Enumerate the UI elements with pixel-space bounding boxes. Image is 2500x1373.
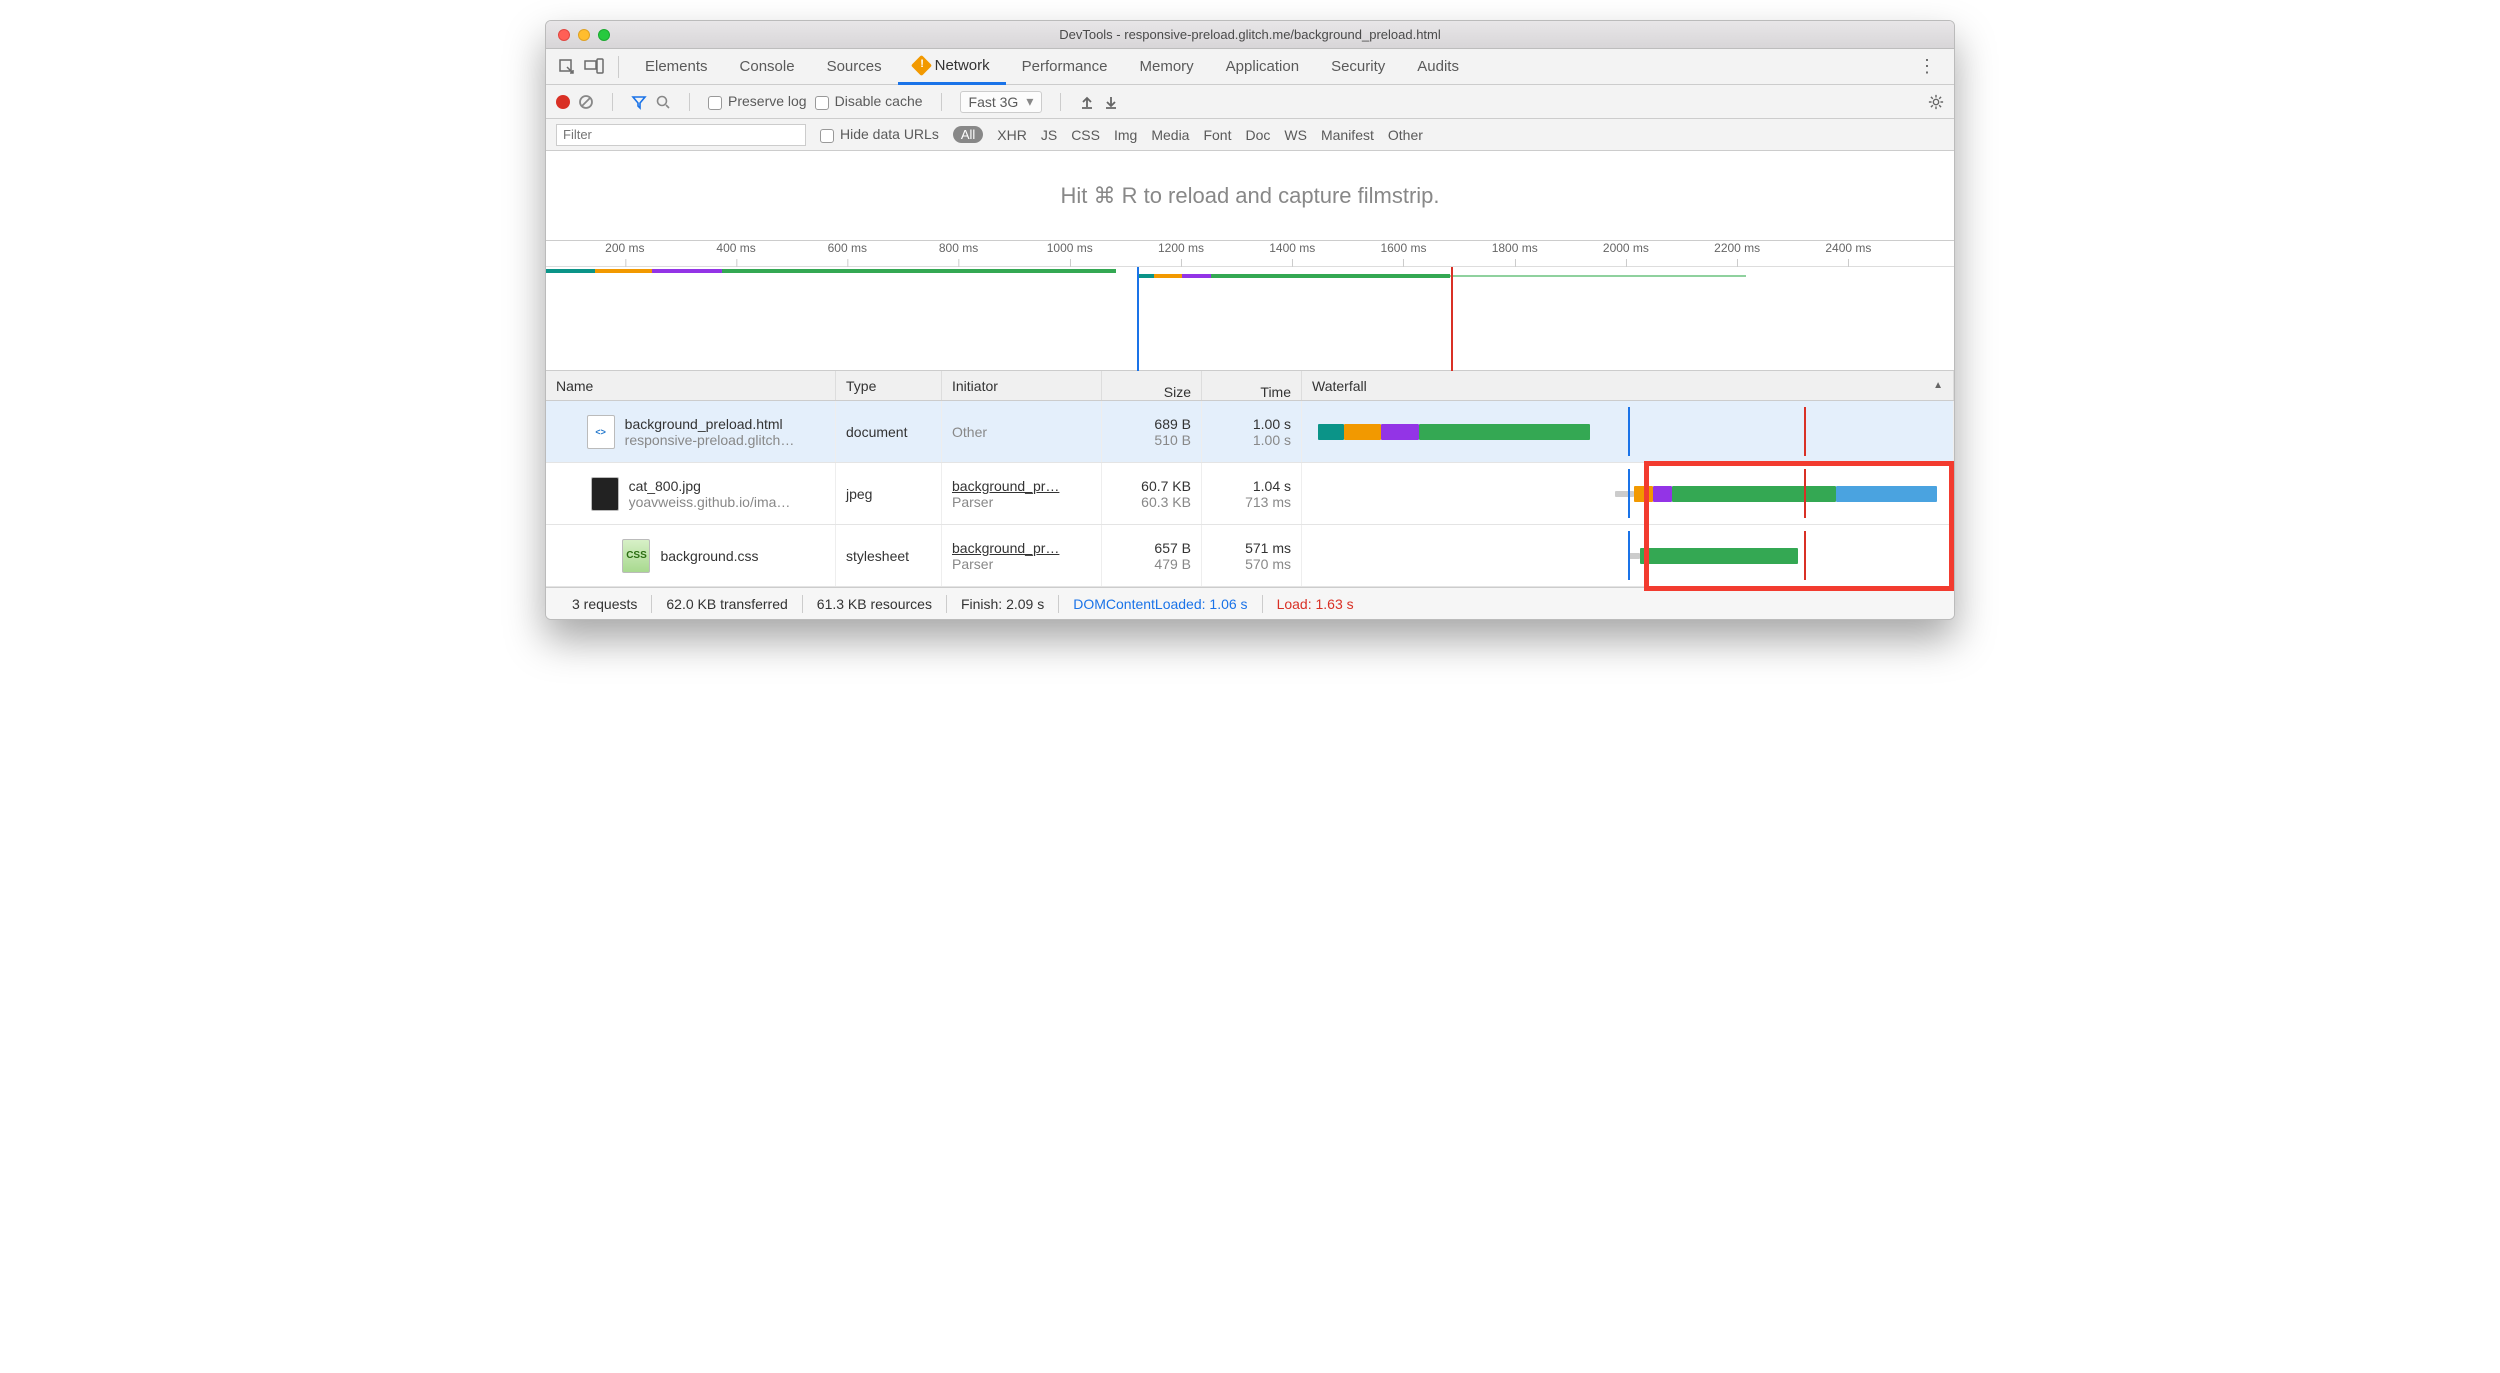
- search-icon[interactable]: [655, 94, 671, 110]
- table-row[interactable]: <> background_preload.htmlresponsive-pre…: [546, 401, 1954, 463]
- download-icon[interactable]: [1103, 94, 1119, 110]
- filter-bar: Hide data URLs All XHR JS CSS Img Media …: [546, 119, 1954, 151]
- status-load: Load: 1.63 s: [1263, 596, 1368, 612]
- filter-xhr[interactable]: XHR: [997, 127, 1027, 143]
- status-finish: Finish: 2.09 s: [947, 596, 1058, 612]
- throttling-select[interactable]: Fast 3G▾: [960, 91, 1043, 113]
- timeline-overview[interactable]: 200 ms 400 ms 600 ms 800 ms 1000 ms 1200…: [546, 241, 1954, 371]
- device-toggle-icon[interactable]: [580, 58, 608, 76]
- sort-arrow-icon: ▲: [1933, 380, 1943, 391]
- html-file-icon: <>: [587, 415, 615, 449]
- table-row[interactable]: CSS background.css stylesheet background…: [546, 525, 1954, 587]
- tab-console[interactable]: Console: [724, 49, 811, 85]
- traffic-lights: [546, 29, 626, 41]
- status-resources: 61.3 KB resources: [803, 596, 946, 612]
- col-name[interactable]: Name: [546, 371, 836, 400]
- filter-css[interactable]: CSS: [1071, 127, 1100, 143]
- devtools-window: DevTools - responsive-preload.glitch.me/…: [545, 20, 1955, 620]
- window-title: DevTools - responsive-preload.glitch.me/…: [626, 27, 1874, 42]
- image-file-icon: [591, 477, 619, 511]
- network-toolbar: Preserve log Disable cache Fast 3G▾: [546, 85, 1954, 119]
- col-waterfall[interactable]: Waterfall▲: [1302, 371, 1954, 400]
- clear-icon[interactable]: [578, 94, 594, 110]
- filter-icon[interactable]: [631, 94, 647, 110]
- panel-tabs: Elements Console Sources Network Perform…: [546, 49, 1954, 85]
- titlebar: DevTools - responsive-preload.glitch.me/…: [546, 21, 1954, 49]
- filter-all[interactable]: All: [953, 126, 983, 143]
- minimize-icon[interactable]: [578, 29, 590, 41]
- overview-bars: [546, 267, 1954, 371]
- table-header: Name Type Initiator Size Time Waterfall▲: [546, 371, 1954, 401]
- status-bar: 3 requests 62.0 KB transferred 61.3 KB r…: [546, 587, 1954, 619]
- tab-memory[interactable]: Memory: [1124, 49, 1210, 85]
- status-requests: 3 requests: [558, 596, 651, 612]
- filter-font[interactable]: Font: [1203, 127, 1231, 143]
- status-domcontentloaded: DOMContentLoaded: 1.06 s: [1059, 596, 1261, 612]
- upload-icon[interactable]: [1079, 94, 1095, 110]
- warning-icon: [911, 55, 932, 76]
- table-body: <> background_preload.htmlresponsive-pre…: [546, 401, 1954, 587]
- col-size[interactable]: Size: [1102, 371, 1202, 400]
- col-time[interactable]: Time: [1202, 371, 1302, 400]
- filter-img[interactable]: Img: [1114, 127, 1137, 143]
- waterfall-bar: [1312, 531, 1943, 580]
- disable-cache-checkbox[interactable]: Disable cache: [815, 93, 923, 109]
- col-type[interactable]: Type: [836, 371, 942, 400]
- record-button[interactable]: [556, 95, 570, 109]
- tab-network[interactable]: Network: [898, 49, 1006, 85]
- filter-manifest[interactable]: Manifest: [1321, 127, 1374, 143]
- status-transferred: 62.0 KB transferred: [652, 596, 801, 612]
- zoom-icon[interactable]: [598, 29, 610, 41]
- gear-icon[interactable]: [1928, 94, 1944, 110]
- filmstrip-hint: Hit ⌘ R to reload and capture filmstrip.: [546, 151, 1954, 241]
- filter-doc[interactable]: Doc: [1245, 127, 1270, 143]
- table-row[interactable]: cat_800.jpgyoavweiss.github.io/ima… jpeg…: [546, 463, 1954, 525]
- css-file-icon: CSS: [622, 539, 650, 573]
- inspect-icon[interactable]: [554, 58, 580, 76]
- tab-elements[interactable]: Elements: [629, 49, 724, 85]
- preserve-log-checkbox[interactable]: Preserve log: [708, 93, 807, 109]
- waterfall-bar: [1312, 407, 1943, 456]
- filter-ws[interactable]: WS: [1284, 127, 1307, 143]
- filter-other[interactable]: Other: [1388, 127, 1423, 143]
- kebab-menu-icon[interactable]: ⋮: [1908, 56, 1946, 77]
- col-initiator[interactable]: Initiator: [942, 371, 1102, 400]
- waterfall-bar: [1312, 469, 1943, 518]
- filter-media[interactable]: Media: [1151, 127, 1189, 143]
- hide-data-urls-checkbox[interactable]: Hide data URLs: [820, 126, 939, 142]
- timeline-ticks: 200 ms 400 ms 600 ms 800 ms 1000 ms 1200…: [546, 241, 1954, 267]
- close-icon[interactable]: [558, 29, 570, 41]
- tab-performance[interactable]: Performance: [1006, 49, 1124, 85]
- tab-security[interactable]: Security: [1315, 49, 1401, 85]
- filter-js[interactable]: JS: [1041, 127, 1057, 143]
- tab-application[interactable]: Application: [1210, 49, 1315, 85]
- filter-input[interactable]: [556, 124, 806, 146]
- tab-audits[interactable]: Audits: [1401, 49, 1475, 85]
- tab-sources[interactable]: Sources: [811, 49, 898, 85]
